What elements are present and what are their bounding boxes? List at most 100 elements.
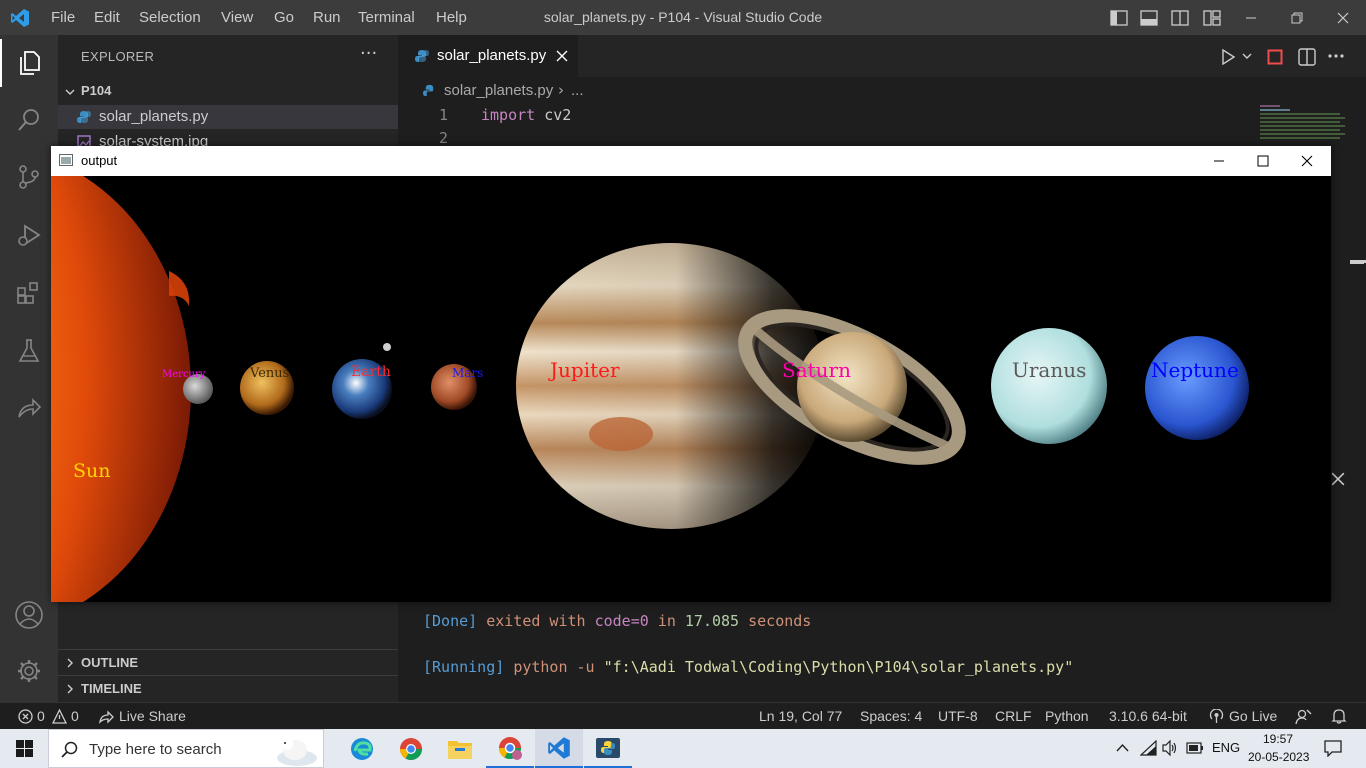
breadcrumb-file[interactable]: solar_planets.py <box>444 82 553 99</box>
taskbar-vscode[interactable] <box>535 729 583 768</box>
wifi-icon[interactable] <box>1140 740 1157 756</box>
menu-go[interactable]: Go <box>274 0 294 35</box>
status-bar: 0 0 Live Share Ln 19, Col 77 Spaces: 4 U… <box>0 702 1366 730</box>
activity-source-control[interactable] <box>0 153 58 201</box>
more-actions-icon[interactable] <box>1328 54 1344 58</box>
label-sun: Sun <box>73 460 111 482</box>
activity-search[interactable] <box>0 96 58 144</box>
activity-explorer[interactable] <box>0 39 58 87</box>
taskbar-file-explorer[interactable] <box>436 729 484 768</box>
file-item-solar-system[interactable]: solar-system.jpg <box>58 130 398 146</box>
chrome-icon <box>400 737 422 760</box>
label-jupiter: Jupiter <box>548 358 620 382</box>
outline-section[interactable]: OUTLINE <box>58 649 398 676</box>
folder-label: P104 <box>81 83 112 98</box>
cursor-position[interactable]: Ln 19, Col 77 <box>759 708 842 724</box>
breadcrumb-symbol[interactable]: ... <box>571 82 584 99</box>
source-control-icon <box>19 165 39 189</box>
taskbar-search-box[interactable]: Type here to search <box>48 729 324 768</box>
output-maximize-button[interactable] <box>1243 146 1283 176</box>
opencv-output-window[interactable]: output Sun Mercury Venus Earth Mars Jupi… <box>51 146 1331 602</box>
uranus <box>991 328 1107 444</box>
outline-label: OUTLINE <box>81 655 139 670</box>
start-button[interactable] <box>0 729 48 768</box>
output-window-titlebar[interactable]: output <box>51 146 1331 176</box>
clock-time[interactable]: 19:57 <box>1263 732 1293 746</box>
menu-help[interactable]: Help <box>436 0 467 35</box>
activity-accounts[interactable] <box>0 591 58 639</box>
search-placeholder: Type here to search <box>89 741 222 758</box>
tab-solar-planets[interactable]: solar_planets.py <box>398 35 578 77</box>
running-cmd: python -u <box>513 658 595 676</box>
account-icon <box>15 601 43 629</box>
volume-icon[interactable] <box>1162 740 1179 756</box>
title-bar: File Edit Selection View Go Run Terminal… <box>0 0 1366 35</box>
minimize-icon <box>1246 17 1256 18</box>
language-mode[interactable]: Python <box>1045 708 1089 724</box>
menu-run[interactable]: Run <box>313 0 341 35</box>
notifications-icon[interactable] <box>1324 740 1342 757</box>
broadcast-icon <box>1209 709 1224 723</box>
split-editor-icon[interactable] <box>1298 48 1316 66</box>
error-count[interactable]: 0 <box>37 708 45 724</box>
bell-icon[interactable] <box>1331 708 1347 725</box>
done-text: exited with <box>486 612 586 630</box>
chevron-up-icon[interactable] <box>1116 742 1129 754</box>
go-live-button[interactable]: Go Live <box>1229 708 1277 724</box>
timeline-section[interactable]: TIMELINE <box>58 675 398 702</box>
activity-extensions[interactable] <box>0 269 58 317</box>
menu-view[interactable]: View <box>221 0 253 35</box>
stop-icon[interactable] <box>1267 49 1283 65</box>
python-interpreter[interactable]: 3.10.6 64-bit <box>1109 708 1187 724</box>
chevron-down-icon[interactable] <box>1242 53 1252 61</box>
minimize-icon <box>1214 160 1224 162</box>
folder-row[interactable]: P104 <box>58 81 398 103</box>
run-python-file-icon[interactable] <box>1220 49 1236 65</box>
restore-button[interactable] <box>1274 0 1320 35</box>
image-icon <box>77 135 91 146</box>
close-panel-icon[interactable] <box>1331 472 1345 486</box>
clock-date[interactable]: 20-05-2023 <box>1248 750 1309 764</box>
end-of-line[interactable]: CRLF <box>995 708 1032 724</box>
chevron-down-icon <box>65 89 75 95</box>
taskbar-python-window[interactable] <box>584 729 632 768</box>
toggle-panel-icon[interactable] <box>1140 9 1158 27</box>
code-line: import cv2 <box>481 106 571 124</box>
close-button[interactable] <box>1320 0 1366 35</box>
menu-edit[interactable]: Edit <box>94 0 120 35</box>
output-panel[interactable]: [Done] exited with code=0 in 17.085 seco… <box>398 600 1366 702</box>
input-language[interactable]: ENG <box>1212 740 1240 755</box>
done-code: code=0 <box>594 612 649 630</box>
battery-icon[interactable] <box>1186 742 1204 754</box>
toggle-primary-sidebar-icon[interactable] <box>1110 9 1128 27</box>
explorer-more-actions[interactable]: ··· <box>360 43 377 64</box>
live-share-button[interactable]: Live Share <box>119 708 186 724</box>
output-minimize-button[interactable] <box>1199 146 1239 176</box>
customize-layout-icon[interactable] <box>1203 9 1221 27</box>
taskbar-chrome-profile[interactable] <box>486 729 534 768</box>
taskbar-edge[interactable] <box>338 729 386 768</box>
close-tab-icon[interactable] <box>556 50 568 62</box>
close-icon <box>1337 12 1349 23</box>
activity-remote[interactable] <box>0 385 58 433</box>
minimize-button[interactable] <box>1228 0 1274 35</box>
menu-file[interactable]: File <box>51 0 75 35</box>
indentation[interactable]: Spaces: 4 <box>860 708 922 724</box>
explorer-title: EXPLORER <box>81 49 155 64</box>
file-item-solar-planets[interactable]: solar_planets.py <box>58 105 398 129</box>
feedback-icon[interactable] <box>1295 708 1312 725</box>
line-number: 1 <box>438 106 448 124</box>
minimap[interactable] <box>1260 105 1350 150</box>
output-close-button[interactable] <box>1287 146 1327 176</box>
menu-terminal[interactable]: Terminal <box>358 0 415 35</box>
testing-flask-icon <box>18 339 40 362</box>
activity-manage[interactable] <box>0 647 58 695</box>
activity-testing[interactable] <box>0 327 58 375</box>
encoding[interactable]: UTF-8 <box>938 708 978 724</box>
tab-label: solar_planets.py <box>437 47 547 64</box>
activity-run-debug[interactable] <box>0 211 58 259</box>
menu-selection[interactable]: Selection <box>139 0 201 35</box>
warning-count[interactable]: 0 <box>71 708 79 724</box>
taskbar-chrome[interactable] <box>387 729 435 768</box>
toggle-secondary-sidebar-icon[interactable] <box>1171 9 1189 27</box>
